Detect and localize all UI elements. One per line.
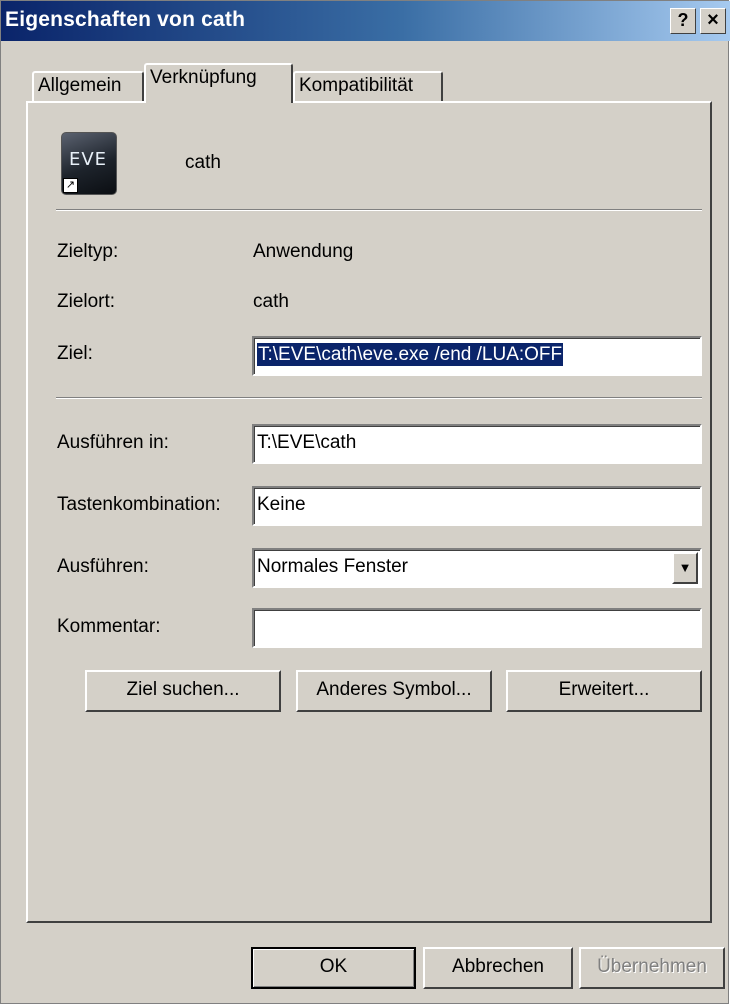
hotkey-input[interactable]: Keine — [252, 486, 702, 526]
tab-allgemein[interactable]: Allgemein — [32, 71, 144, 101]
run-select-value: Normales Fenster — [257, 556, 408, 577]
start-in-input[interactable]: T:\EVE\cath — [252, 424, 702, 464]
target-location-label: Zielort: — [57, 291, 116, 312]
hotkey-label: Tastenkombination: — [57, 494, 221, 515]
help-button[interactable]: ? — [670, 8, 696, 34]
target-type-label: Zieltyp: — [57, 241, 119, 262]
target-location-value: cath — [253, 291, 289, 312]
find-target-button[interactable]: Ziel suchen... — [85, 670, 281, 712]
ok-button[interactable]: OK — [251, 947, 416, 989]
run-label: Ausführen: — [57, 556, 149, 577]
apply-button[interactable]: Übernehmen — [579, 947, 725, 989]
shortcut-name: cath — [185, 152, 221, 173]
start-in-label: Ausführen in: — [57, 432, 169, 453]
title-bar[interactable]: Eigenschaften von cath ? × — [1, 1, 730, 41]
target-input-value: T:\EVE\cath\eve.exe /end /LUA:OFF — [257, 343, 564, 366]
advanced-button[interactable]: Erweitert... — [506, 670, 702, 712]
target-label: Ziel: — [57, 343, 93, 364]
window-title: Eigenschaften von cath — [5, 8, 246, 31]
change-icon-button[interactable]: Anderes Symbol... — [296, 670, 492, 712]
comment-label: Kommentar: — [57, 616, 161, 637]
divider — [56, 209, 702, 211]
target-input[interactable]: T:\EVE\cath\eve.exe /end /LUA:OFF — [252, 336, 702, 376]
eve-app-icon: EVE ↗ — [61, 132, 117, 195]
properties-dialog: Eigenschaften von cath ? × Allgemein Ver… — [0, 0, 730, 1004]
run-select[interactable]: Normales Fenster ▼ — [252, 548, 702, 588]
shortcut-arrow-icon: ↗ — [63, 178, 78, 193]
target-type-value: Anwendung — [253, 241, 354, 262]
tab-kompatibilitaet[interactable]: Kompatibilität — [293, 71, 443, 101]
cancel-button[interactable]: Abbrechen — [423, 947, 573, 989]
tab-verknuepfung[interactable]: Verknüpfung — [144, 63, 293, 103]
close-button[interactable]: × — [700, 8, 726, 34]
divider — [56, 397, 702, 399]
comment-input[interactable] — [252, 608, 702, 648]
chevron-down-icon[interactable]: ▼ — [672, 552, 698, 584]
